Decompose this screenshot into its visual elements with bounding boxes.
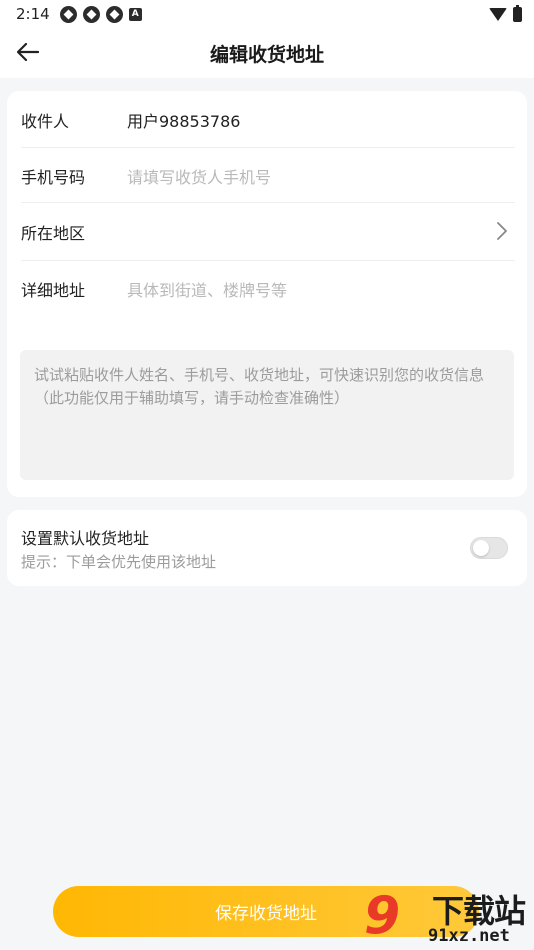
notification-app-icon [105, 5, 123, 23]
toggle-knob [473, 540, 489, 556]
default-address-toggle[interactable] [470, 537, 508, 559]
region-label: 所在地区 [21, 224, 86, 243]
page-title: 编辑收货地址 [209, 43, 324, 66]
notification-icons: A [59, 5, 142, 23]
paste-hint-line: 试试粘贴收件人姓名、手机号、收货地址，可快速识别您的收货信息 [34, 366, 485, 384]
address-row: 详细地址 具体到街道、楼牌号等 [21, 261, 515, 317]
address-form-card: 收件人 用户98853786 手机号码 请填写收货人手机号 所在地区 详细地址 … [7, 91, 527, 497]
default-address-title: 设置默认收货地址 [21, 529, 150, 548]
back-button[interactable] [12, 36, 44, 68]
address-label: 详细地址 [21, 281, 86, 300]
chevron-right-icon [497, 222, 507, 240]
smart-paste-textarea[interactable]: 试试粘贴收件人姓名、手机号、收货地址，可快速识别您的收货信息 （此功能仅用于辅助… [20, 350, 514, 480]
notification-app-icon [82, 5, 100, 23]
nav-bar: 编辑收货地址 [0, 28, 534, 78]
default-address-card: 设置默认收货地址 提示：下单会优先使用该地址 [7, 510, 527, 586]
status-bar: 2:14 A [0, 0, 534, 28]
default-address-hint: 提示：下单会优先使用该地址 [21, 553, 217, 571]
battery-icon [513, 4, 522, 22]
paste-hint-line: （此功能仅用于辅助填写，请手动检查准确性） [34, 389, 350, 407]
watermark-url: 91xz.net [428, 926, 510, 946]
phone-label: 手机号码 [21, 168, 86, 187]
phone-input[interactable]: 请填写收货人手机号 [127, 164, 271, 188]
site-watermark: 9 下载站 91xz.net [364, 884, 534, 950]
notification-a-icon: A [128, 7, 142, 21]
status-time: 2:14 [16, 5, 50, 23]
wifi-icon [489, 7, 507, 21]
notification-app-icon [59, 5, 77, 23]
phone-row: 手机号码 请填写收货人手机号 [21, 148, 515, 204]
address-input[interactable]: 具体到街道、楼牌号等 [127, 277, 287, 301]
system-icons [489, 4, 522, 22]
recipient-input[interactable]: 用户98853786 [127, 108, 240, 132]
back-arrow-icon [17, 43, 39, 61]
recipient-label: 收件人 [21, 112, 70, 131]
recipient-row: 收件人 用户98853786 [21, 92, 515, 148]
region-row[interactable]: 所在地区 [21, 203, 515, 261]
watermark-logo: 9 [364, 886, 401, 946]
